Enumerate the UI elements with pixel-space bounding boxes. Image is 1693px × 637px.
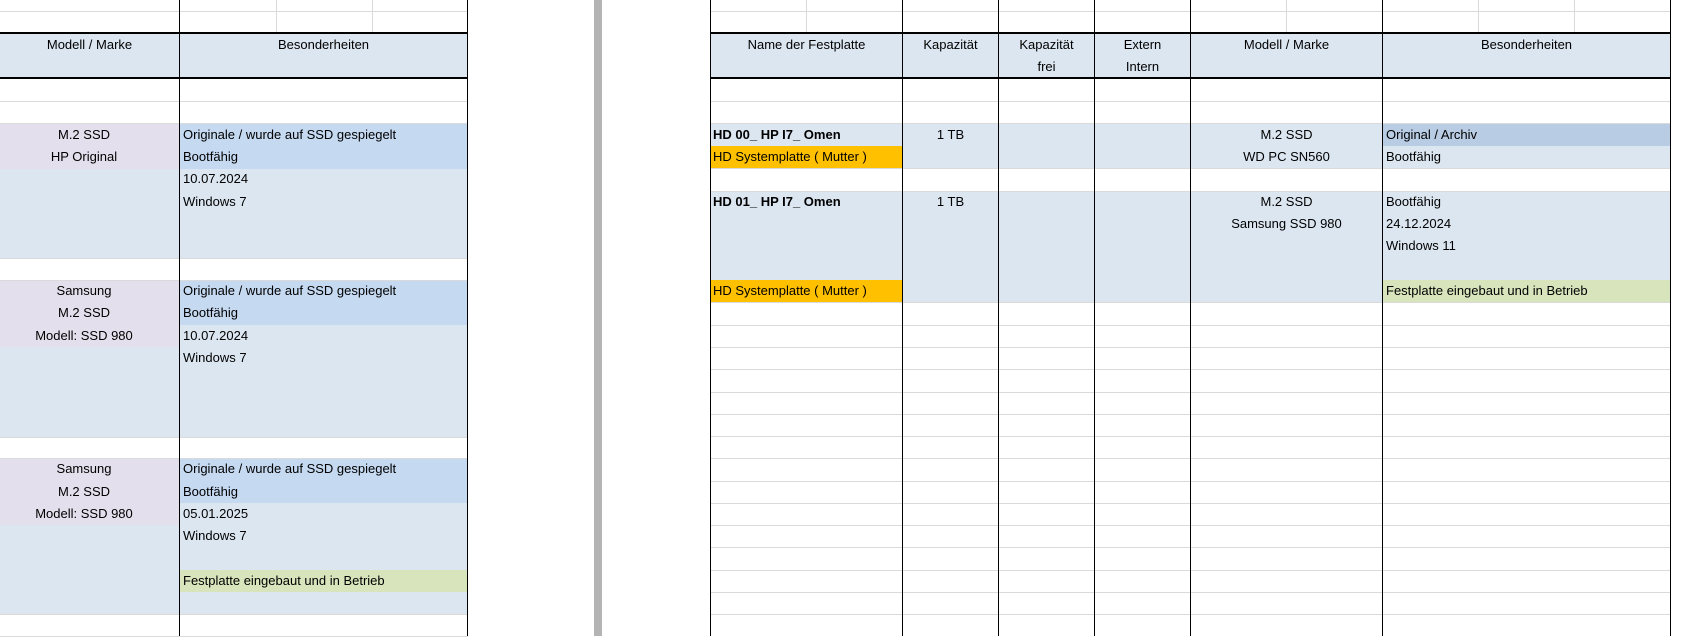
model-cell[interactable]: M.2 SSD [1191, 124, 1382, 146]
features-cell[interactable]: Originale / wurde auf SSD gespiegelt [183, 280, 396, 302]
features-cell[interactable]: Bootfähig [183, 302, 238, 324]
model-cell[interactable]: M.2 SSD [0, 124, 168, 146]
column-border [1094, 0, 1095, 636]
header-model[interactable]: Modell / Marke [0, 34, 179, 56]
column-border [1382, 0, 1383, 636]
features-cell[interactable]: Windows 7 [183, 525, 247, 547]
column-border [710, 0, 711, 636]
header-features[interactable]: Besonderheiten [1383, 34, 1670, 56]
capacity-cell[interactable]: 1 TB [903, 124, 998, 146]
features-cell[interactable]: 24.12.2024 [1386, 213, 1451, 235]
model-cell[interactable]: M.2 SSD [1191, 191, 1382, 213]
model-cell[interactable]: Modell: SSD 980 [0, 503, 168, 525]
grid-line [0, 437, 468, 438]
grid-line [276, 0, 277, 33]
disk-role-cell[interactable]: HD Systemplatte ( Mutter ) [713, 146, 867, 168]
capacity-cell[interactable]: 1 TB [903, 191, 998, 213]
header-capacity-free[interactable]: frei [999, 56, 1094, 78]
features-cell[interactable]: Bootfähig [183, 146, 238, 168]
features-cell[interactable]: Windows 11 [1386, 235, 1456, 257]
column-border [902, 0, 903, 636]
features-cell[interactable]: Originale / wurde auf SSD gespiegelt [183, 124, 396, 146]
header-capacity[interactable]: Kapazität [903, 34, 998, 56]
grid-line [0, 258, 468, 259]
features-cell[interactable]: Originale / wurde auf SSD gespiegelt [183, 458, 396, 480]
features-cell[interactable]: Bootfähig [1386, 191, 1441, 213]
column-border [1670, 0, 1671, 636]
spreadsheet-view[interactable]: Modell / Marke Besonderheiten M.2 SSD HP… [0, 0, 1693, 637]
model-cell[interactable]: Samsung [0, 458, 168, 480]
grid-line [0, 614, 468, 615]
disk-name-cell[interactable]: HD 00_ HP I7_ Omen [713, 124, 841, 146]
disk-name-cell[interactable]: HD 01_ HP I7_ Omen [713, 191, 841, 213]
grid-line [0, 101, 468, 102]
features-cell[interactable]: 05.01.2025 [183, 503, 248, 525]
grid-line [372, 0, 373, 33]
features-cell[interactable]: Windows 7 [183, 191, 247, 213]
column-border [179, 0, 180, 636]
header-name[interactable]: Name der Festplatte [711, 34, 902, 56]
features-cell[interactable]: Bootfähig [183, 481, 238, 503]
header-bottom-border [0, 77, 468, 79]
header-location[interactable]: Extern [1095, 34, 1190, 56]
header-features[interactable]: Besonderheiten [180, 34, 467, 56]
pane-splitter[interactable] [594, 0, 602, 636]
header-capacity-free[interactable]: Kapazität [999, 34, 1094, 56]
features-cell[interactable]: Windows 7 [183, 347, 247, 369]
model-cell[interactable]: Samsung [0, 280, 168, 302]
column-border [998, 0, 999, 636]
features-cell[interactable]: Bootfähig [1386, 146, 1441, 168]
header-location[interactable]: Intern [1095, 56, 1190, 78]
grid-line [1478, 0, 1479, 33]
model-cell[interactable]: Modell: SSD 980 [0, 325, 168, 347]
features-cell[interactable]: 10.07.2024 [183, 325, 248, 347]
header-model[interactable]: Modell / Marke [1191, 34, 1382, 56]
grid-line [1286, 0, 1287, 33]
model-cell[interactable]: M.2 SSD [0, 481, 168, 503]
features-cell[interactable]: Festplatte eingebaut und in Betrieb [183, 570, 385, 592]
model-cell[interactable]: HP Original [0, 146, 168, 168]
column-border [467, 0, 468, 636]
features-cell[interactable]: Festplatte eingebaut und in Betrieb [1386, 280, 1588, 302]
grid-line [806, 0, 807, 33]
model-cell[interactable]: M.2 SSD [0, 302, 168, 324]
features-cell[interactable]: Original / Archiv [1386, 124, 1477, 146]
grid-line [1574, 0, 1575, 33]
model-cell[interactable]: WD PC SN560 [1191, 146, 1382, 168]
grid-line [0, 11, 468, 12]
model-cell[interactable]: Samsung SSD 980 [1191, 213, 1382, 235]
column-border [1190, 0, 1191, 636]
disk-role-cell[interactable]: HD Systemplatte ( Mutter ) [713, 280, 867, 302]
features-cell[interactable]: 10.07.2024 [183, 168, 248, 190]
